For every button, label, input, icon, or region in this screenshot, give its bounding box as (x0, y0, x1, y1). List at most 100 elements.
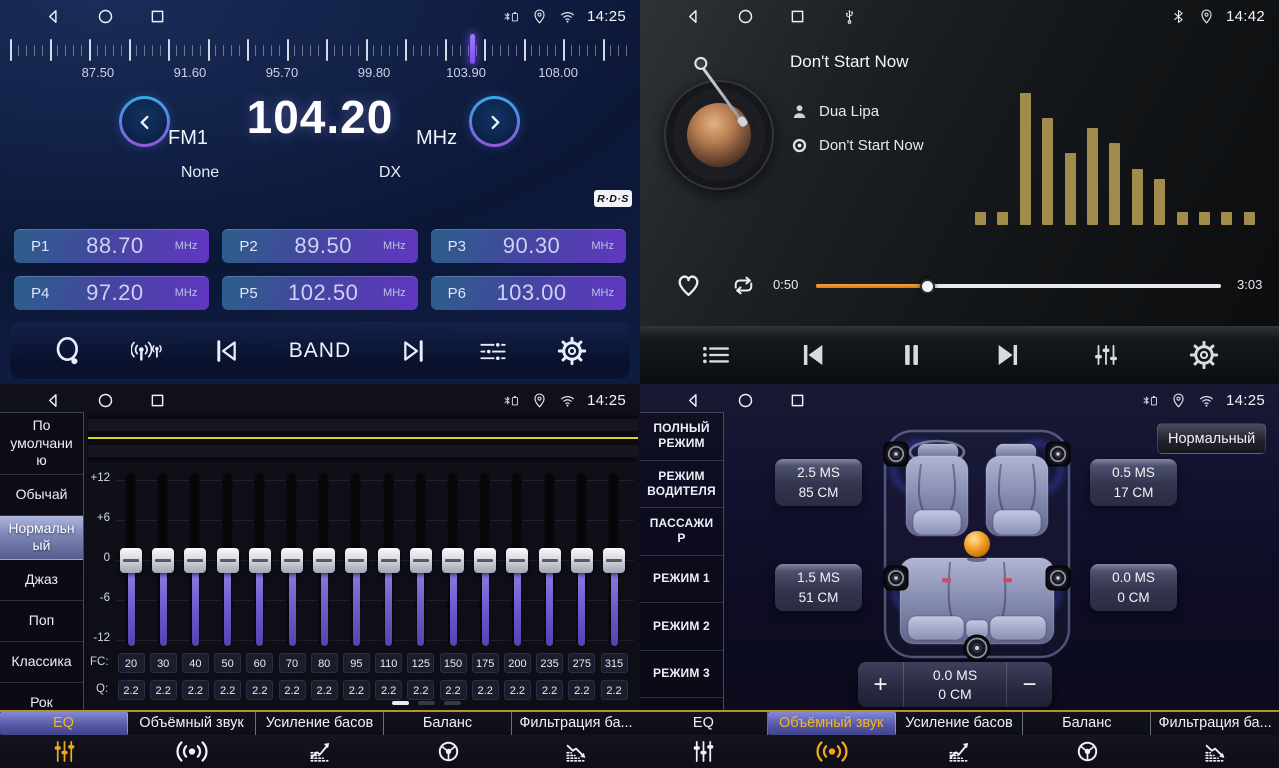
eq-preset-3[interactable]: Джаз (0, 560, 83, 601)
preset-P4[interactable]: P497.20MHz (14, 276, 209, 310)
frequency-scale[interactable] (8, 36, 632, 64)
recents-icon[interactable] (788, 7, 807, 26)
scan-icon[interactable] (52, 335, 84, 367)
eq-band-slider-11[interactable] (475, 472, 495, 648)
recents-icon[interactable] (148, 391, 167, 410)
slider-thumb[interactable] (571, 548, 593, 573)
eq-band-slider-10[interactable] (443, 472, 463, 648)
slider-thumb[interactable] (410, 548, 432, 573)
slider-thumb[interactable] (217, 548, 239, 573)
slider-thumb[interactable] (184, 548, 206, 573)
eq-band-slider-15[interactable] (604, 472, 624, 648)
eq-band-slider-14[interactable] (572, 472, 592, 648)
sliders-horizontal-icon[interactable] (477, 335, 509, 367)
recents-icon[interactable] (148, 7, 167, 26)
tab-EQ[interactable]: EQ (0, 712, 128, 768)
recents-icon[interactable] (788, 391, 807, 410)
listening-mode-4[interactable]: РЕЖИМ 2 (640, 603, 723, 651)
broadcast-icon[interactable] (131, 335, 163, 367)
preset-P6[interactable]: P6103.00MHz (431, 276, 626, 310)
decrease-button[interactable]: − (1007, 662, 1052, 707)
increase-button[interactable]: + (858, 662, 903, 707)
tab-Фильтрация ба...[interactable]: Фильтрация ба... (512, 712, 640, 768)
listening-mode-2[interactable]: ПАССАЖИР (640, 508, 723, 556)
eq-band-slider-2[interactable] (185, 472, 205, 648)
favorite-heart-icon[interactable] (673, 269, 704, 300)
settings-gear-icon[interactable] (556, 335, 588, 367)
next-track-icon[interactable] (398, 335, 430, 367)
eq-band-slider-0[interactable] (121, 472, 141, 648)
profile-button[interactable]: Нормальный (1157, 423, 1266, 454)
slider-thumb[interactable] (313, 548, 335, 573)
listening-mode-0[interactable]: ПОЛНЫЙ РЕЖИМ (640, 413, 723, 461)
prev-filled-icon[interactable] (797, 339, 829, 371)
eq-band-slider-7[interactable] (346, 472, 366, 648)
eq-preset-5[interactable]: Классика (0, 642, 83, 683)
listening-mode-1[interactable]: РЕЖИМ ВОДИТЕЛЯ (640, 461, 723, 509)
seek-up-button[interactable] (469, 96, 520, 147)
eq-band-slider-6[interactable] (314, 472, 334, 648)
back-icon[interactable] (684, 391, 703, 410)
preset-P1[interactable]: P188.70MHz (14, 229, 209, 263)
listening-mode-3[interactable]: РЕЖИМ 1 (640, 556, 723, 604)
settings-gear-icon[interactable] (1188, 339, 1220, 371)
slider-thumb[interactable] (539, 548, 561, 573)
listening-mode-5[interactable]: РЕЖИМ 3 (640, 651, 723, 699)
slider-thumb[interactable] (474, 548, 496, 573)
repeat-icon[interactable] (729, 271, 758, 300)
tab-Баланс[interactable]: Баланс (384, 712, 512, 768)
tab-Объёмный звук[interactable]: Объёмный звук (128, 712, 256, 768)
home-icon[interactable] (96, 7, 115, 26)
seek-down-button[interactable] (119, 96, 170, 147)
preset-P2[interactable]: P289.50MHz (222, 229, 417, 263)
eq-band-slider-5[interactable] (282, 472, 302, 648)
tab-Баланс[interactable]: Баланс (1023, 712, 1151, 768)
mixer-vertical-icon[interactable] (1090, 339, 1122, 371)
home-icon[interactable] (96, 391, 115, 410)
band-button[interactable]: BAND (289, 339, 351, 363)
home-icon[interactable] (736, 7, 755, 26)
playlist-icon[interactable] (699, 339, 731, 371)
back-icon[interactable] (684, 7, 703, 26)
back-icon[interactable] (44, 391, 63, 410)
eq-band-slider-1[interactable] (153, 472, 173, 648)
preset-P3[interactable]: P390.30MHz (431, 229, 626, 263)
slider-thumb[interactable] (152, 548, 174, 573)
progress-bar[interactable] (816, 284, 1221, 288)
tab-Усиление басов[interactable]: Усиление басов (256, 712, 384, 768)
tab-EQ[interactable]: EQ (640, 712, 768, 768)
slider-thumb[interactable] (603, 548, 625, 573)
preset-P5[interactable]: P5102.50MHz (222, 276, 417, 310)
front-left-delay[interactable]: 2.5 MS 85 CM (775, 459, 862, 506)
eq-band-slider-13[interactable] (540, 472, 560, 648)
eq-preset-4[interactable]: Поп (0, 601, 83, 642)
pause-icon[interactable] (895, 339, 927, 371)
slider-thumb[interactable] (345, 548, 367, 573)
rear-right-delay[interactable]: 0.0 MS 0 CM (1090, 564, 1177, 611)
eq-band-slider-9[interactable] (411, 472, 431, 648)
slider-thumb[interactable] (120, 548, 142, 573)
eq-preset-0[interactable]: По умолчанию (0, 413, 83, 475)
tab-Усиление басов[interactable]: Усиление басов (896, 712, 1024, 768)
tab-Объёмный звук[interactable]: Объёмный звук (768, 712, 896, 768)
slider-thumb[interactable] (378, 548, 400, 573)
slider-thumb[interactable] (506, 548, 528, 573)
slider-thumb[interactable] (249, 548, 271, 573)
eq-band-slider-12[interactable] (507, 472, 527, 648)
front-right-delay[interactable]: 0.5 MS 17 CM (1090, 459, 1177, 506)
eq-band-slider-3[interactable] (218, 472, 238, 648)
eq-preset-1[interactable]: Обычай (0, 475, 83, 516)
progress-thumb[interactable] (920, 279, 935, 294)
prev-track-icon[interactable] (210, 335, 242, 367)
back-icon[interactable] (44, 7, 63, 26)
slider-thumb[interactable] (442, 548, 464, 573)
tab-Фильтрация ба...[interactable]: Фильтрация ба... (1151, 712, 1279, 768)
player-toolbar (640, 326, 1279, 384)
rear-left-delay[interactable]: 1.5 MS 51 CM (775, 564, 862, 611)
slider-thumb[interactable] (281, 548, 303, 573)
next-filled-icon[interactable] (992, 339, 1024, 371)
home-icon[interactable] (736, 391, 755, 410)
eq-band-slider-8[interactable] (379, 472, 399, 648)
eq-preset-2[interactable]: Нормальный (0, 516, 83, 560)
eq-band-slider-4[interactable] (250, 472, 270, 648)
